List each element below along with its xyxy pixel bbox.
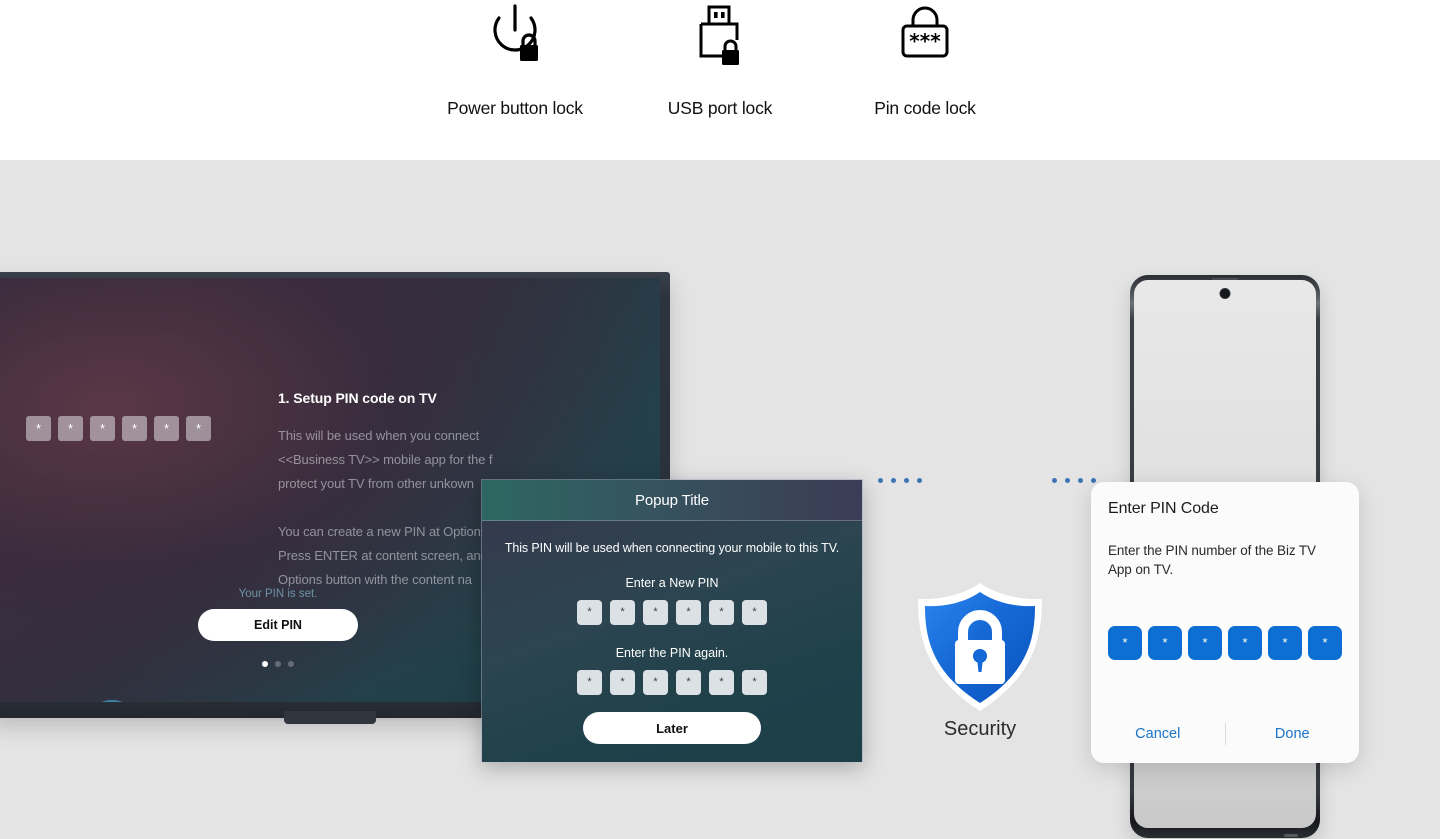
cancel-button[interactable]: Cancel bbox=[1091, 726, 1225, 742]
shield-lock-icon bbox=[900, 580, 1060, 715]
connector-dot bbox=[1065, 478, 1070, 483]
popup-confirm-pin-cell[interactable]: * bbox=[610, 670, 635, 695]
phone-pin-cell[interactable]: * bbox=[1148, 626, 1182, 660]
popup-confirm-pin-cell[interactable]: * bbox=[577, 670, 602, 695]
phone-pin-cell[interactable]: * bbox=[1228, 626, 1262, 660]
tv-pin-cell[interactable]: * bbox=[26, 416, 51, 441]
feature-power-button-lock: Power button lock bbox=[420, 0, 610, 119]
touch-highlight-circle bbox=[83, 700, 141, 702]
pin-code-lock-icon: *** bbox=[893, 0, 957, 72]
popup-new-pin-label: Enter a New PIN bbox=[625, 576, 719, 590]
phone-pin-dialog: Enter PIN Code Enter the PIN number of t… bbox=[1091, 482, 1359, 763]
tv-pin-row: * * * * * * bbox=[26, 416, 211, 441]
connector-dot bbox=[1091, 478, 1096, 483]
feature-label: USB port lock bbox=[667, 98, 773, 118]
tv-stand-nub bbox=[284, 711, 376, 724]
tv-pagination[interactable] bbox=[198, 661, 358, 667]
popup-new-pin-row: * * * * * * bbox=[482, 600, 862, 625]
pagination-dot-2[interactable] bbox=[275, 661, 281, 667]
tv-pin-cell[interactable]: * bbox=[154, 416, 179, 441]
done-button[interactable]: Done bbox=[1226, 726, 1360, 742]
phone-pin-cell[interactable]: * bbox=[1188, 626, 1222, 660]
popup-new-pin-cell[interactable]: * bbox=[709, 600, 734, 625]
phone-dialog-message: Enter the PIN number of the Biz TV App o… bbox=[1108, 543, 1316, 577]
tv-popup-dialog: Popup Title This PIN will be used when c… bbox=[481, 479, 863, 762]
phone-front-camera-icon bbox=[1219, 288, 1231, 299]
pagination-dot-3[interactable] bbox=[288, 661, 294, 667]
popup-new-pin-cell[interactable]: * bbox=[577, 600, 602, 625]
feature-row: Power button lock USB port lock *** Pin … bbox=[420, 0, 1020, 160]
security-group: Security bbox=[880, 420, 1080, 760]
popup-new-pin-cell[interactable]: * bbox=[643, 600, 668, 625]
popup-confirm-pin-cell[interactable]: * bbox=[742, 670, 767, 695]
svg-text:***: *** bbox=[909, 29, 941, 53]
connector-dot bbox=[1052, 478, 1057, 483]
tv-pin-cell[interactable]: * bbox=[58, 416, 83, 441]
popup-new-pin-cell[interactable]: * bbox=[676, 600, 701, 625]
phone-pin-row: * * * * * * bbox=[1108, 626, 1342, 660]
usb-port-lock-icon bbox=[688, 0, 752, 72]
popup-confirm-pin-row: * * * * * * bbox=[482, 670, 862, 695]
phone-dialog-actions: Cancel Done bbox=[1091, 714, 1359, 754]
popup-confirm-pin-label: Enter the PIN again. bbox=[615, 646, 729, 660]
feature-band: Power button lock USB port lock *** Pin … bbox=[0, 0, 1440, 160]
connector-dots-right bbox=[1052, 478, 1096, 483]
tv-heading: 1. Setup PIN code on TV bbox=[278, 390, 437, 406]
popup-confirm-pin-cell[interactable]: * bbox=[676, 670, 701, 695]
later-button[interactable]: Later bbox=[583, 712, 761, 744]
phone-earpiece bbox=[1212, 278, 1238, 280]
popup-lead-text: This PIN will be used when connecting yo… bbox=[504, 541, 840, 555]
edit-pin-button[interactable]: Edit PIN bbox=[198, 609, 358, 641]
popup-confirm-pin-cell[interactable]: * bbox=[709, 670, 734, 695]
popup-title: Popup Title bbox=[482, 480, 862, 521]
popup-confirm-pin-cell[interactable]: * bbox=[643, 670, 668, 695]
phone-pin-cell[interactable]: * bbox=[1308, 626, 1342, 660]
page-root: Power button lock USB port lock *** Pin … bbox=[0, 0, 1440, 839]
stage: * * * * * * 1. Setup PIN code on TV This… bbox=[0, 160, 1440, 839]
tv-pin-cell[interactable]: * bbox=[122, 416, 147, 441]
connector-dot bbox=[1078, 478, 1083, 483]
tv-pin-status: Your PIN is set. bbox=[238, 588, 318, 600]
feature-label: Pin code lock bbox=[874, 98, 976, 118]
popup-new-pin-cell[interactable]: * bbox=[742, 600, 767, 625]
security-label: Security bbox=[943, 718, 1017, 740]
phone-pin-cell[interactable]: * bbox=[1268, 626, 1302, 660]
phone-pin-cell[interactable]: * bbox=[1108, 626, 1142, 660]
pagination-dot-1[interactable] bbox=[262, 661, 268, 667]
feature-usb-port-lock: USB port lock bbox=[625, 0, 815, 119]
phone-dialog-title: Enter PIN Code bbox=[1108, 500, 1219, 517]
phone-bottom-port bbox=[1284, 834, 1298, 837]
tv-pin-cell[interactable]: * bbox=[186, 416, 211, 441]
feature-label: Power button lock bbox=[447, 98, 583, 118]
popup-body: This PIN will be used when connecting yo… bbox=[482, 521, 862, 762]
tv-pin-cell[interactable]: * bbox=[90, 416, 115, 441]
popup-new-pin-cell[interactable]: * bbox=[610, 600, 635, 625]
power-button-lock-icon bbox=[483, 0, 547, 72]
feature-pin-code-lock: *** Pin code lock bbox=[830, 0, 1020, 119]
